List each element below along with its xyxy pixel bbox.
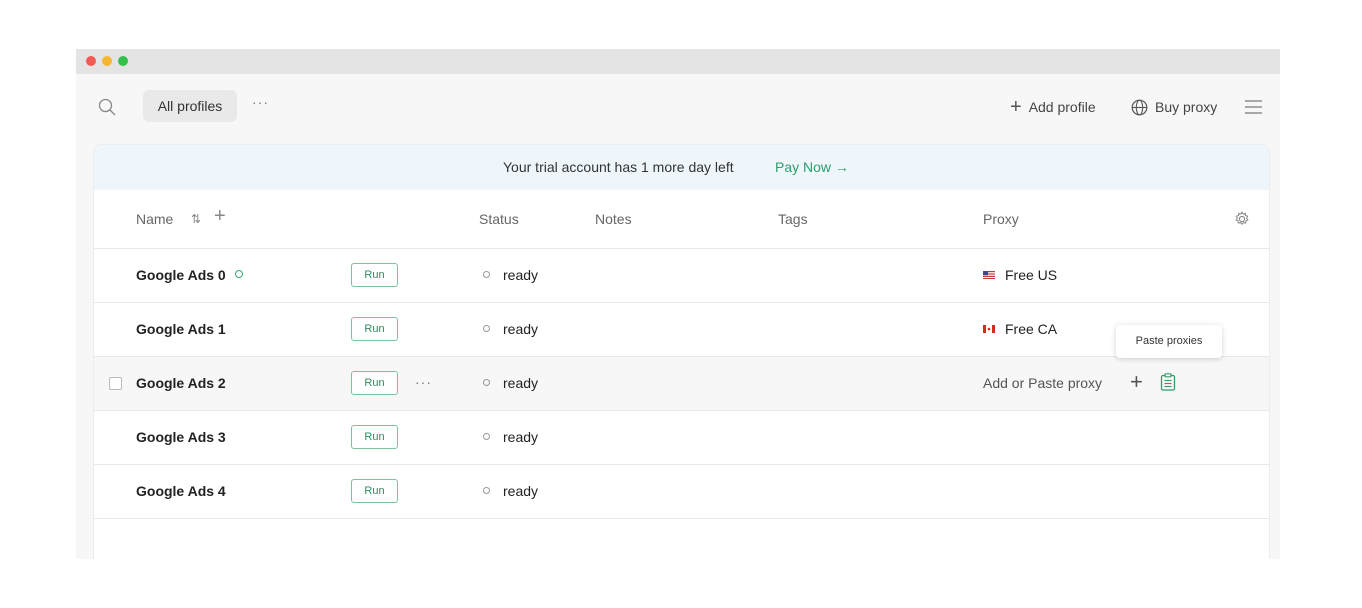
add-or-paste-proxy[interactable]: Add or Paste proxy: [983, 375, 1102, 391]
close-window-button[interactable]: [86, 56, 96, 66]
run-button[interactable]: Run: [351, 425, 398, 449]
sort-icon[interactable]: ⇅: [191, 212, 201, 226]
profile-name[interactable]: Google Ads 0: [136, 267, 226, 283]
status-dot-icon: [483, 487, 490, 494]
profile-name[interactable]: Google Ads 1: [136, 321, 226, 337]
menu-icon[interactable]: [1245, 100, 1262, 114]
proxy-cell[interactable]: Free CA: [983, 321, 1057, 337]
run-button[interactable]: Run: [351, 263, 398, 287]
run-button[interactable]: Run: [351, 479, 398, 503]
status-text: ready: [503, 321, 539, 337]
table-row[interactable]: Google Ads 1 Run ready Free CA: [94, 303, 1269, 357]
column-proxy: Proxy: [983, 211, 1019, 227]
status-dot-icon: [483, 325, 490, 332]
trial-message: Your trial account has 1 more day left: [503, 159, 734, 175]
profile-name[interactable]: Google Ads 2: [136, 375, 226, 391]
minimize-window-button[interactable]: [102, 56, 112, 66]
column-name[interactable]: Name: [136, 211, 173, 227]
ca-flag-icon: [983, 325, 995, 333]
profile-name[interactable]: Google Ads 3: [136, 429, 226, 445]
status-text: ready: [503, 267, 539, 283]
status-dot-icon: [483, 379, 490, 386]
more-options-button[interactable]: ···: [252, 94, 269, 110]
status-text: ready: [503, 483, 539, 499]
buy-proxy-button[interactable]: Buy proxy: [1131, 96, 1217, 118]
pay-now-link[interactable]: Pay Now →: [775, 159, 849, 175]
status-dot-icon: [483, 433, 490, 440]
tab-all-profiles[interactable]: All profiles: [143, 90, 237, 122]
add-profile-label: Add profile: [1028, 99, 1096, 115]
profile-name[interactable]: Google Ads 4: [136, 483, 226, 499]
us-flag-icon: [983, 271, 995, 279]
column-status: Status: [479, 211, 519, 227]
status-dot-icon: [483, 271, 490, 278]
add-profile-button[interactable]: + Add profile: [1010, 96, 1096, 118]
table-header: Name ⇅ + Status Notes Tags Proxy: [94, 190, 1269, 249]
title-bar: [76, 49, 1280, 74]
paste-proxies-tooltip: Paste proxies: [1116, 325, 1222, 358]
trial-banner: Your trial account has 1 more day left P…: [94, 145, 1269, 190]
table-row[interactable]: Google Ads 3 Run ready: [94, 411, 1269, 465]
table-row[interactable]: Google Ads 4 Run ready: [94, 465, 1269, 519]
add-column-button[interactable]: +: [214, 205, 226, 228]
row-checkbox[interactable]: [109, 377, 122, 390]
proxy-cell[interactable]: Free US: [983, 267, 1057, 283]
column-tags: Tags: [778, 211, 808, 227]
app-window: All profiles ··· + Add profile Buy proxy…: [76, 49, 1280, 559]
add-proxy-button[interactable]: +: [1130, 369, 1143, 395]
buy-proxy-label: Buy proxy: [1155, 99, 1218, 115]
row-more-button[interactable]: ···: [415, 374, 432, 390]
table-row[interactable]: Google Ads 2 Run ··· ready Add or Paste …: [94, 357, 1269, 411]
column-notes: Notes: [595, 211, 632, 227]
run-button[interactable]: Run: [351, 317, 398, 341]
profiles-panel: Your trial account has 1 more day left P…: [93, 144, 1270, 559]
search-icon[interactable]: [98, 98, 116, 116]
plus-icon: +: [1010, 96, 1022, 118]
globe-icon: [1131, 99, 1148, 115]
settings-icon[interactable]: [1234, 211, 1250, 227]
toolbar: All profiles ··· + Add profile Buy proxy: [76, 74, 1280, 140]
run-button[interactable]: Run: [351, 371, 398, 395]
active-status-icon: [235, 270, 243, 278]
table-row[interactable]: Google Ads 0 Run ready Free US: [94, 249, 1269, 303]
status-text: ready: [503, 429, 539, 445]
status-text: ready: [503, 375, 539, 391]
proxy-label: Free CA: [1005, 321, 1058, 337]
maximize-window-button[interactable]: [118, 56, 128, 66]
clipboard-icon[interactable]: [1160, 373, 1176, 391]
proxy-label: Free US: [1005, 267, 1058, 283]
